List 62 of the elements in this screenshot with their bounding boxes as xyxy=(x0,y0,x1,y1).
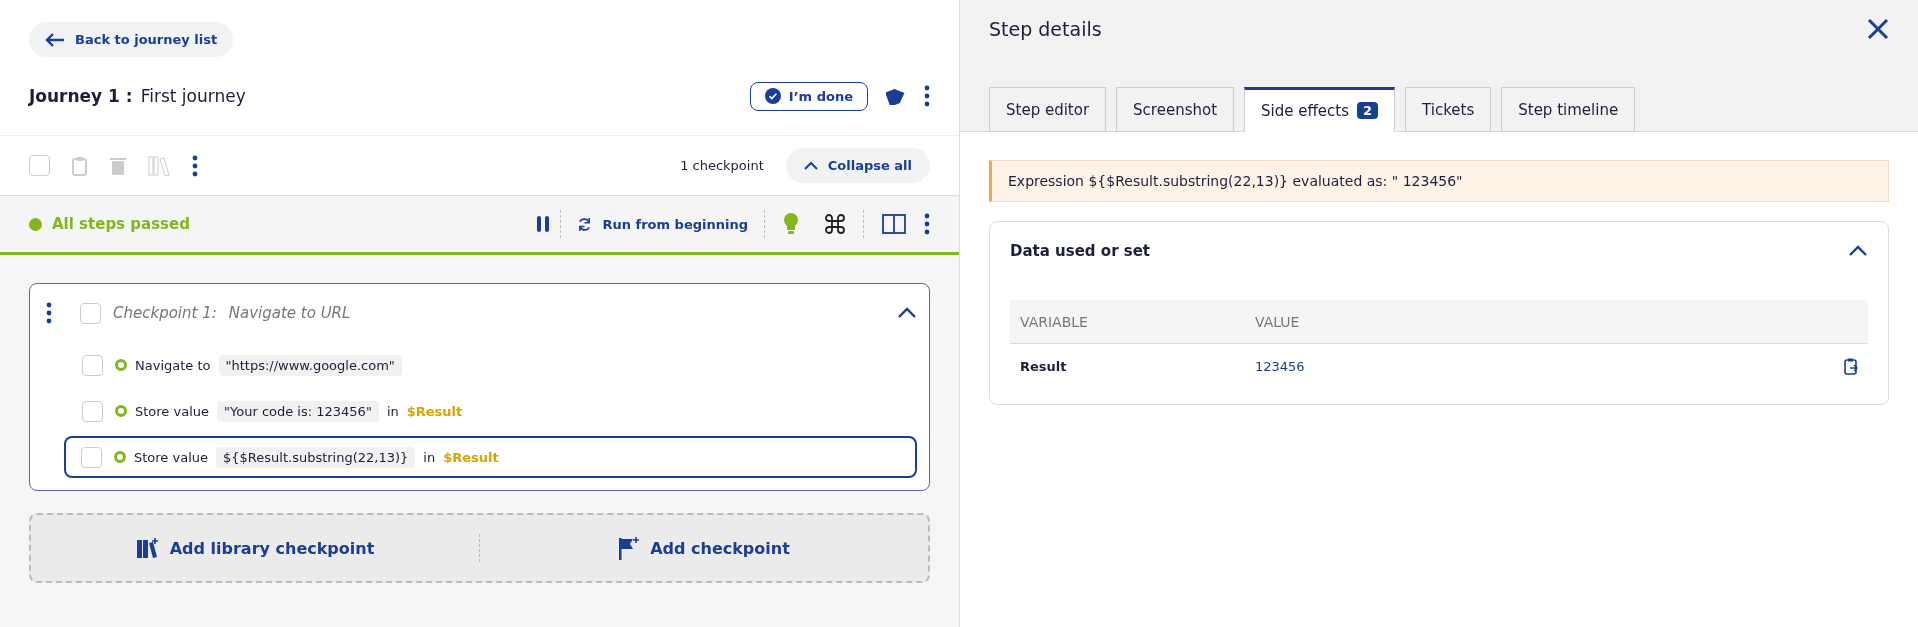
books-plus-icon xyxy=(135,537,160,559)
tab[interactable]: Side effects 2 xyxy=(1244,87,1396,132)
arrow-left-icon xyxy=(45,32,65,47)
select-all-checkbox[interactable] xyxy=(29,155,50,176)
check-circle-icon xyxy=(764,88,781,104)
tab[interactable]: Tickets xyxy=(1405,87,1492,132)
card-title: Data used or set xyxy=(1010,242,1151,260)
step-checkbox[interactable] xyxy=(82,354,103,376)
add-checkpoint-button[interactable]: Add checkpoint xyxy=(480,535,928,561)
step-action: Navigate to xyxy=(135,357,211,373)
tag-icon[interactable] xyxy=(886,87,906,105)
copy-icon[interactable] xyxy=(1844,357,1858,375)
chevron-up-icon xyxy=(803,161,818,170)
step-action: Store value xyxy=(134,449,208,465)
step-value: "Your code is: 123456" xyxy=(217,400,379,422)
panel-title: Step details xyxy=(989,17,1102,40)
chevron-up-icon[interactable] xyxy=(1848,245,1868,257)
step-action: Store value xyxy=(135,403,209,419)
flag-plus-icon xyxy=(618,536,641,560)
close-icon[interactable] xyxy=(1867,17,1889,40)
expression-alert: Expression ${$Result.substring(22,13)} evaluated as: " 123456" xyxy=(989,160,1889,202)
selected-step-row[interactable]: Store value ${$Result.substring(22,13)} in $Result xyxy=(64,436,917,478)
checkpoint-count: 1 checkpoint xyxy=(680,158,764,173)
more-icon[interactable] xyxy=(192,154,198,177)
step-preposition: in xyxy=(386,403,399,419)
tab[interactable]: Screenshot xyxy=(1116,87,1235,132)
back-button[interactable]: Back to journey list xyxy=(29,22,234,57)
more-icon[interactable] xyxy=(46,302,52,324)
split-view-icon[interactable] xyxy=(882,214,906,234)
checkpoint-label: Checkpoint 1: xyxy=(113,304,217,322)
done-button[interactable]: I’m done xyxy=(749,81,868,111)
step-checkbox[interactable] xyxy=(82,400,103,422)
command-key-icon[interactable] xyxy=(825,214,845,234)
add-library-checkpoint-button[interactable]: Add library checkpoint xyxy=(31,536,479,560)
variable-name: $Result xyxy=(443,449,499,465)
refresh-icon xyxy=(577,216,593,232)
tab[interactable]: Step timeline xyxy=(1501,87,1636,132)
journey-label: Journey 1 : xyxy=(29,86,133,106)
checkpoint-name: Navigate to URL xyxy=(228,304,351,322)
column-header: VARIABLE xyxy=(1020,313,1089,330)
step-value: "https://www.google.com" xyxy=(218,354,402,376)
run-status: All steps passed xyxy=(52,215,190,233)
step-row[interactable]: Store value "Your code is: 123456" in $Result xyxy=(80,390,917,432)
count-badge: 2 xyxy=(1357,102,1379,119)
column-header: VALUE xyxy=(1255,313,1301,330)
table-cell-text: 123456 xyxy=(1255,358,1306,374)
pause-icon[interactable] xyxy=(536,215,551,233)
run-from-beginning-button[interactable]: Run from beginning xyxy=(571,215,754,233)
step-row[interactable]: Navigate to "https://www.google.com" xyxy=(80,344,917,386)
more-icon[interactable] xyxy=(924,213,930,235)
step-value: ${$Result.substring(22,13)} xyxy=(216,446,416,468)
step-preposition: in xyxy=(423,449,436,465)
tab[interactable]: Step editor xyxy=(989,87,1107,132)
variable-name: $Result xyxy=(406,403,463,419)
journey-name: First journey xyxy=(140,86,246,106)
chevron-up-icon[interactable] xyxy=(897,307,917,319)
collapse-all-button[interactable]: Collapse all xyxy=(785,148,930,183)
checkpoint-checkbox[interactable] xyxy=(80,302,101,324)
table-cell-text: Result xyxy=(1020,358,1068,374)
clipboard-icon[interactable] xyxy=(72,155,88,176)
step-checkbox[interactable] xyxy=(81,446,102,468)
more-icon[interactable] xyxy=(924,85,930,107)
